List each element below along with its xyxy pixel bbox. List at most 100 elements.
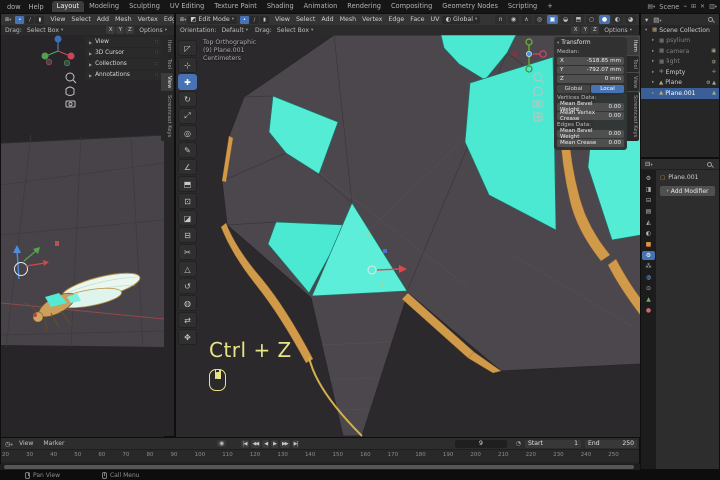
xray-toggle-icon[interactable]: ⬒: [573, 15, 584, 24]
expand-icon[interactable]: ▸: [652, 80, 657, 85]
tool-tab[interactable]: ⚙: [642, 174, 655, 183]
shrink-fatten-tool[interactable]: ✥: [178, 329, 197, 345]
outliner-row[interactable]: ▸ ▲ Plane.001 ▲: [641, 88, 719, 99]
workspace-tab[interactable]: Scripting: [503, 1, 542, 12]
orientation-dropdown[interactable]: ◐ Global ▾: [442, 15, 481, 24]
overlays-icon[interactable]: ◒: [560, 15, 571, 24]
viewport-menu[interactable]: View: [47, 16, 68, 23]
viewport-menu[interactable]: Mesh: [337, 16, 360, 23]
vertex-select-icon[interactable]: •: [239, 15, 249, 24]
workspace-tab[interactable]: Animation: [299, 1, 343, 12]
outliner-filter-icon[interactable]: ▾: [644, 16, 649, 24]
expand-icon[interactable]: ▸: [652, 59, 657, 64]
scene-selector[interactable]: Scene: [659, 3, 679, 11]
object-tab[interactable]: ■: [642, 240, 655, 249]
search-icon[interactable]: [708, 17, 713, 22]
shading-wireframe-icon[interactable]: ○: [586, 15, 597, 24]
proportional-editing-icon[interactable]: ◉: [508, 15, 519, 24]
constraints-tab[interactable]: ⊙: [642, 284, 655, 293]
mirror-axis-toggle[interactable]: Y: [116, 26, 125, 34]
viewport-menu[interactable]: Face: [407, 16, 427, 23]
select-box-dropdown[interactable]: Select Box ▾: [23, 26, 67, 34]
main-viewport-canvas[interactable]: Top Orthographic (9) Plane.001 Centimeters…: [176, 35, 641, 437]
gizmo-toggle-icon[interactable]: ▣: [547, 15, 558, 24]
help-menu[interactable]: Help: [25, 3, 48, 11]
tab-item[interactable]: Item: [627, 37, 639, 55]
current-frame-field[interactable]: 9: [455, 439, 507, 448]
tab-view[interactable]: View: [627, 72, 639, 92]
outliner-row[interactable]: ▸ ▦ camera ▣: [641, 46, 719, 57]
next-keyframe-button[interactable]: ▶▶: [279, 439, 290, 448]
mode-dropdown[interactable]: ◩ Edit Mode ▾: [187, 15, 237, 24]
tab-tool[interactable]: Tool: [627, 55, 639, 72]
edge-select-icon[interactable]: ∕: [25, 15, 35, 24]
render-tab[interactable]: ◨: [642, 185, 655, 194]
orientation-value-dropdown[interactable]: Default ▾: [218, 26, 251, 34]
tab-screencast-keys[interactable]: Screencast Keys: [161, 92, 173, 141]
expand-icon[interactable]: ▸: [652, 49, 657, 54]
tab-screencast-keys[interactable]: Screencast Keys: [627, 92, 639, 141]
viewport-menu[interactable]: Vertex: [359, 16, 385, 23]
scene-browse-icon[interactable]: ▤▾: [647, 3, 655, 10]
viewport-menu[interactable]: Edge: [385, 16, 407, 23]
mirror-axis-toggle[interactable]: Y: [581, 26, 590, 34]
outliner-display-mode-icon[interactable]: ▤▾: [652, 16, 662, 24]
workspace-tab[interactable]: Layout: [51, 1, 85, 12]
workspace-tab[interactable]: Compositing: [386, 1, 437, 12]
shading-solid-icon[interactable]: ●: [599, 15, 610, 24]
tab-item[interactable]: Item: [161, 37, 173, 55]
modifiers-tab[interactable]: ⚙: [642, 251, 655, 260]
cursor-tool[interactable]: ⊹: [178, 57, 197, 73]
workspace-tab[interactable]: UV Editing: [165, 1, 209, 12]
viewport-menu[interactable]: Vertex: [135, 16, 161, 23]
search-icon[interactable]: [707, 161, 712, 167]
measure-tool[interactable]: ∠: [178, 159, 197, 175]
viewport-menu[interactable]: Edge: [161, 16, 174, 23]
knife-tool[interactable]: ✂: [178, 244, 197, 260]
pivot-point-icon[interactable]: ◎: [534, 15, 545, 24]
space-toggle-button[interactable]: Local: [591, 85, 624, 93]
jump-to-start-button[interactable]: |◀: [241, 439, 249, 448]
workspace-tab[interactable]: Rendering: [342, 1, 386, 12]
editor-type-icon[interactable]: ◷▾: [4, 440, 14, 448]
viewport-menu[interactable]: Add: [94, 16, 112, 23]
editor-type-icon[interactable]: ⧈▾: [179, 15, 187, 24]
scene-tab[interactable]: ◭: [642, 218, 655, 227]
face-select-icon[interactable]: ▮: [259, 15, 269, 24]
object-data-tab[interactable]: ▲: [642, 295, 655, 304]
edge-data-field[interactable]: Mean Bevel Weight 0.00: [557, 128, 624, 140]
viewport-menu[interactable]: UV: [428, 16, 443, 23]
output-tab[interactable]: ⊟: [642, 196, 655, 205]
jump-to-end-button[interactable]: ▶|: [291, 439, 300, 448]
editor-type-icon[interactable]: ⧈▾: [4, 15, 12, 24]
physics-tab[interactable]: ◍: [642, 273, 655, 282]
sidebar-section-header[interactable]: ▶ View ∷: [85, 37, 161, 47]
timeline-menu[interactable]: View: [14, 440, 38, 447]
left-viewport-canvas[interactable]: ▶ View ∷ ▶ 3D Cursor ∷ ▶ Collections ∷ ▶…: [1, 35, 164, 437]
timeline-menu[interactable]: Marker: [38, 440, 69, 447]
shading-rendered-icon[interactable]: ◕: [625, 15, 636, 24]
annotate-tool[interactable]: ✎: [178, 142, 197, 158]
mirror-axis-toggle[interactable]: X: [571, 26, 581, 34]
sidebar-section-header[interactable]: ▶ Collections ∷: [85, 59, 161, 69]
start-frame-field[interactable]: Start 1: [525, 439, 581, 448]
viewport-menu[interactable]: Mesh: [112, 16, 135, 23]
workspace-tab[interactable]: Sculpting: [124, 1, 165, 12]
viewport-menu[interactable]: View: [272, 16, 293, 23]
bevel-tool[interactable]: ◪: [178, 210, 197, 226]
auto-key-button[interactable]: ◉: [217, 440, 227, 447]
timeline-ruler[interactable]: 20 30 40 50 60 70 80 90 100 110 120 130 140 150 160 170…: [1, 449, 639, 462]
collapse-arrow-icon[interactable]: ▾: [557, 41, 559, 46]
end-frame-field[interactable]: End 250: [585, 439, 637, 448]
play-reverse-button[interactable]: ◀: [262, 439, 270, 448]
prev-keyframe-button[interactable]: ◀◀: [250, 439, 261, 448]
falloff-icon[interactable]: ∧: [521, 15, 532, 24]
outliner-row[interactable]: ▸ ▦ light ◍: [641, 57, 719, 68]
workspace-tab[interactable]: Texture Paint: [209, 1, 262, 12]
poly-build-tool[interactable]: △: [178, 261, 197, 277]
outliner-row[interactable]: ▸ ✛ Empty ✛: [641, 67, 719, 78]
vertex-select-icon[interactable]: •: [15, 15, 25, 24]
sidebar-section-header[interactable]: ▶ Annotations ∷: [85, 70, 161, 80]
expand-icon[interactable]: ▸: [652, 38, 657, 43]
scale-tool[interactable]: ⤢: [178, 108, 197, 124]
